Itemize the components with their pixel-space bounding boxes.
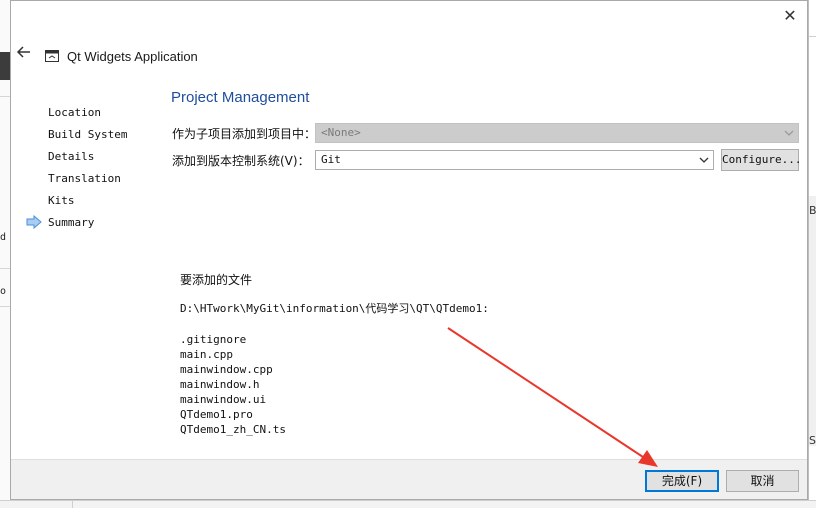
step-label: Details: [48, 150, 95, 163]
list-item: mainwindow.h: [180, 378, 260, 391]
arrow-left-icon: [16, 46, 30, 58]
list-item: main.cpp: [180, 348, 233, 361]
background-divider: [809, 36, 816, 37]
step-label: Translation: [48, 172, 121, 185]
files-heading: 要添加的文件: [180, 273, 253, 287]
step-location: Location: [48, 105, 127, 127]
list-item: mainwindow.ui: [180, 393, 267, 406]
step-label: Location: [48, 106, 101, 119]
window-icon: [45, 50, 59, 62]
step-translation: Translation: [48, 171, 127, 193]
close-icon: ✕: [783, 6, 797, 25]
arrow-right-icon: [26, 215, 42, 229]
new-project-wizard-dialog: ✕ Qt Widgets Application Location Build …: [10, 0, 808, 500]
background-window-left: d o: [0, 0, 10, 508]
wizard-header: Qt Widgets Application: [45, 47, 198, 65]
list-item: QTdemo1.pro: [180, 408, 253, 421]
background-divider: [0, 268, 10, 269]
step-details: Details: [48, 149, 127, 171]
vcs-label: 添加到版本控制系统(V)：: [172, 154, 310, 168]
wizard-step-list: Location Build System Details Translatio…: [26, 105, 127, 237]
finish-button[interactable]: 完成(F): [645, 470, 719, 492]
files-list: .gitignore main.cpp mainwindow.cpp mainw…: [180, 332, 286, 437]
subproject-combobox: <None>: [315, 123, 799, 143]
background-divider: [0, 96, 10, 97]
background-divider: [72, 501, 73, 508]
configure-button[interactable]: Configure...: [721, 149, 801, 171]
list-item: mainwindow.cpp: [180, 363, 273, 376]
dialog-footer: 完成(F) 取消: [11, 459, 807, 499]
vcs-combobox[interactable]: Git: [315, 150, 714, 170]
step-kits: Kits: [48, 193, 127, 215]
background-text-fragment: S: [809, 434, 816, 447]
wizard-title: Qt Widgets Application: [67, 48, 198, 64]
background-dark-strip: [0, 52, 10, 80]
vcs-value: Git: [321, 153, 341, 166]
background-text-fragment: o: [0, 286, 7, 297]
back-button[interactable]: [15, 43, 33, 61]
background-text-fragment: Bl: [809, 204, 816, 217]
background-divider: [0, 306, 10, 307]
background-window-bottom: [0, 500, 816, 508]
step-build-system: Build System: [48, 127, 127, 149]
step-label: Kits: [48, 194, 75, 207]
chevron-down-icon: [699, 157, 709, 163]
subproject-value: <None>: [321, 126, 361, 139]
background-window-right: Bl S: [808, 0, 816, 508]
step-label: Summary: [48, 216, 95, 229]
subproject-label: 作为子项目添加到项目中：: [172, 127, 317, 141]
files-path: D:\HTwork\MyGit\information\代码学习\QT\QTde…: [180, 302, 489, 315]
close-button[interactable]: ✕: [781, 7, 799, 25]
list-item: .gitignore: [180, 333, 247, 346]
background-text-fragment: d: [0, 232, 7, 243]
chevron-down-icon: [784, 130, 794, 136]
background-panel: [809, 196, 816, 446]
step-summary: Summary: [26, 215, 127, 237]
cancel-button[interactable]: 取消: [726, 470, 799, 492]
list-item: QTdemo1_zh_CN.ts: [180, 423, 286, 436]
step-label: Build System: [48, 128, 128, 141]
page-title: Project Management: [171, 89, 310, 106]
